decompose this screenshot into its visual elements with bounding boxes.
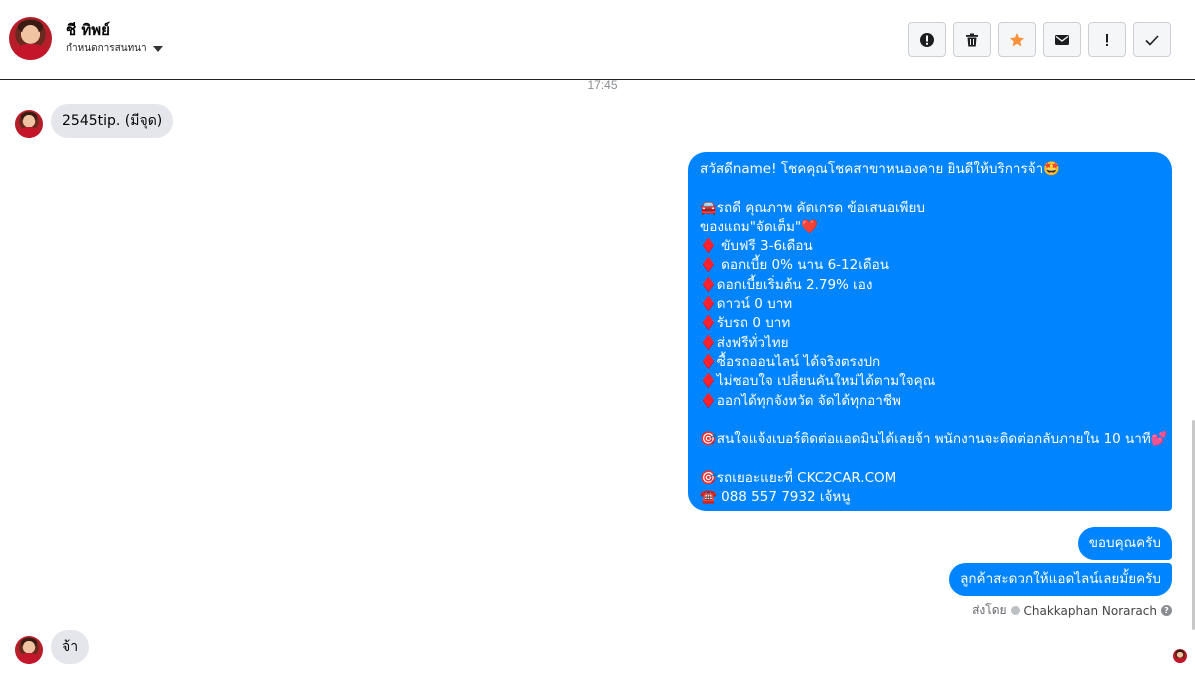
message-line: 🎯รถเยอะแยะที่ CKC2CAR.COM — [700, 469, 897, 486]
sent-by-label: ส่งโดย — [972, 603, 1007, 617]
sent-by-info: ส่งโดย Chakkaphan Norarach ? — [972, 601, 1172, 620]
message-line: ♦️ ดอกเบี้ย 0% นาน 6-12เดือน — [700, 257, 889, 274]
message-line: 🎯สนใจแจ้งเบอร์ติดต่อแอดมินได้เลยจ้า พนัก… — [700, 431, 1168, 448]
message-line — [700, 411, 1160, 430]
assign-conversation-label: กำหนดการสนทนา — [66, 43, 147, 54]
contact-avatar[interactable] — [9, 17, 52, 60]
gear-icon — [1010, 606, 1020, 615]
message-line: ของแถม"จัดเต็ม"❤️ — [700, 218, 818, 235]
help-icon[interactable]: ? — [1161, 605, 1172, 616]
message-line: ♦️ไม่ชอบใจ เปลี่ยนคันใหม่ได้ตามใจคุณ — [700, 373, 936, 390]
message-line: ♦️ดอกเบี้ยเริ่มต้น 2.79% เอง — [700, 276, 873, 293]
sent-by-name[interactable]: Chakkaphan Norarach — [1024, 604, 1157, 618]
message-line: ♦️ซื้อรถออนไลน์ ได้จริงตรงปก — [700, 353, 881, 370]
message-line — [700, 449, 1160, 468]
message-line: ♦️รับรถ 0 บาท — [700, 315, 791, 332]
outgoing-message[interactable]: ขอบคุณครับ — [1077, 527, 1172, 561]
report-spam-button[interactable] — [908, 22, 946, 57]
message-line: 🚘รถดี คุณภาพ คัดเกรด ข้อเสนอเพียบ — [700, 199, 925, 216]
envelope-icon — [1055, 34, 1069, 45]
assign-conversation-dropdown[interactable]: กำหนดการสนทนา — [66, 41, 163, 56]
message-line: สวัสดีname! โชคคุณโชคสาขาหนองคาย ยินดีให… — [700, 161, 1061, 177]
trash-icon — [966, 33, 978, 46]
check-icon — [1145, 34, 1159, 46]
conversation-header: ชี ทิพย์ กำหนดการสนทนา — [0, 0, 1195, 80]
mark-unread-button[interactable] — [1043, 22, 1081, 57]
message-timestamp: 17:45 — [587, 78, 618, 92]
message-line: ♦️ส่งฟรีทั่วไทย — [700, 334, 789, 351]
outgoing-message[interactable]: สวัสดีname! โชคคุณโชคสาขาหนองคาย ยินดีให… — [688, 152, 1172, 511]
important-button[interactable] — [1088, 22, 1126, 57]
outgoing-message[interactable]: ลูกค้าสะดวกให้แอดไลน์เลยมั้ยครับ — [949, 563, 1172, 597]
incoming-message[interactable]: จ้า — [51, 630, 90, 664]
message-line: ♦️ออกได้ทุกจังหวัด จัดได้ทุกอาชีพ — [700, 392, 901, 409]
contact-name[interactable]: ชี ทิพย์ — [66, 18, 110, 42]
message-line: ♦️ดาวน์ 0 บาท — [700, 296, 793, 313]
mark-done-button[interactable] — [1133, 22, 1171, 57]
sender-avatar[interactable] — [15, 636, 43, 664]
chevron-down-icon — [152, 45, 163, 52]
conversation-toolbar — [908, 22, 1171, 57]
message-line: ☎️ 088 557 7932 เจ้หนู — [700, 489, 851, 506]
message-line — [700, 179, 1160, 198]
star-icon — [1009, 32, 1025, 46]
incoming-message[interactable]: 2545tip. (มีจุด) — [51, 104, 174, 138]
message-line: ♦️ ขับฟรี 3-6เดือน — [700, 238, 813, 255]
delete-button[interactable] — [953, 22, 991, 57]
sender-avatar[interactable] — [15, 110, 43, 138]
alert-circle-icon — [920, 32, 934, 47]
star-button[interactable] — [998, 22, 1036, 57]
seen-avatar — [1173, 649, 1187, 663]
exclamation-icon — [1106, 33, 1108, 46]
